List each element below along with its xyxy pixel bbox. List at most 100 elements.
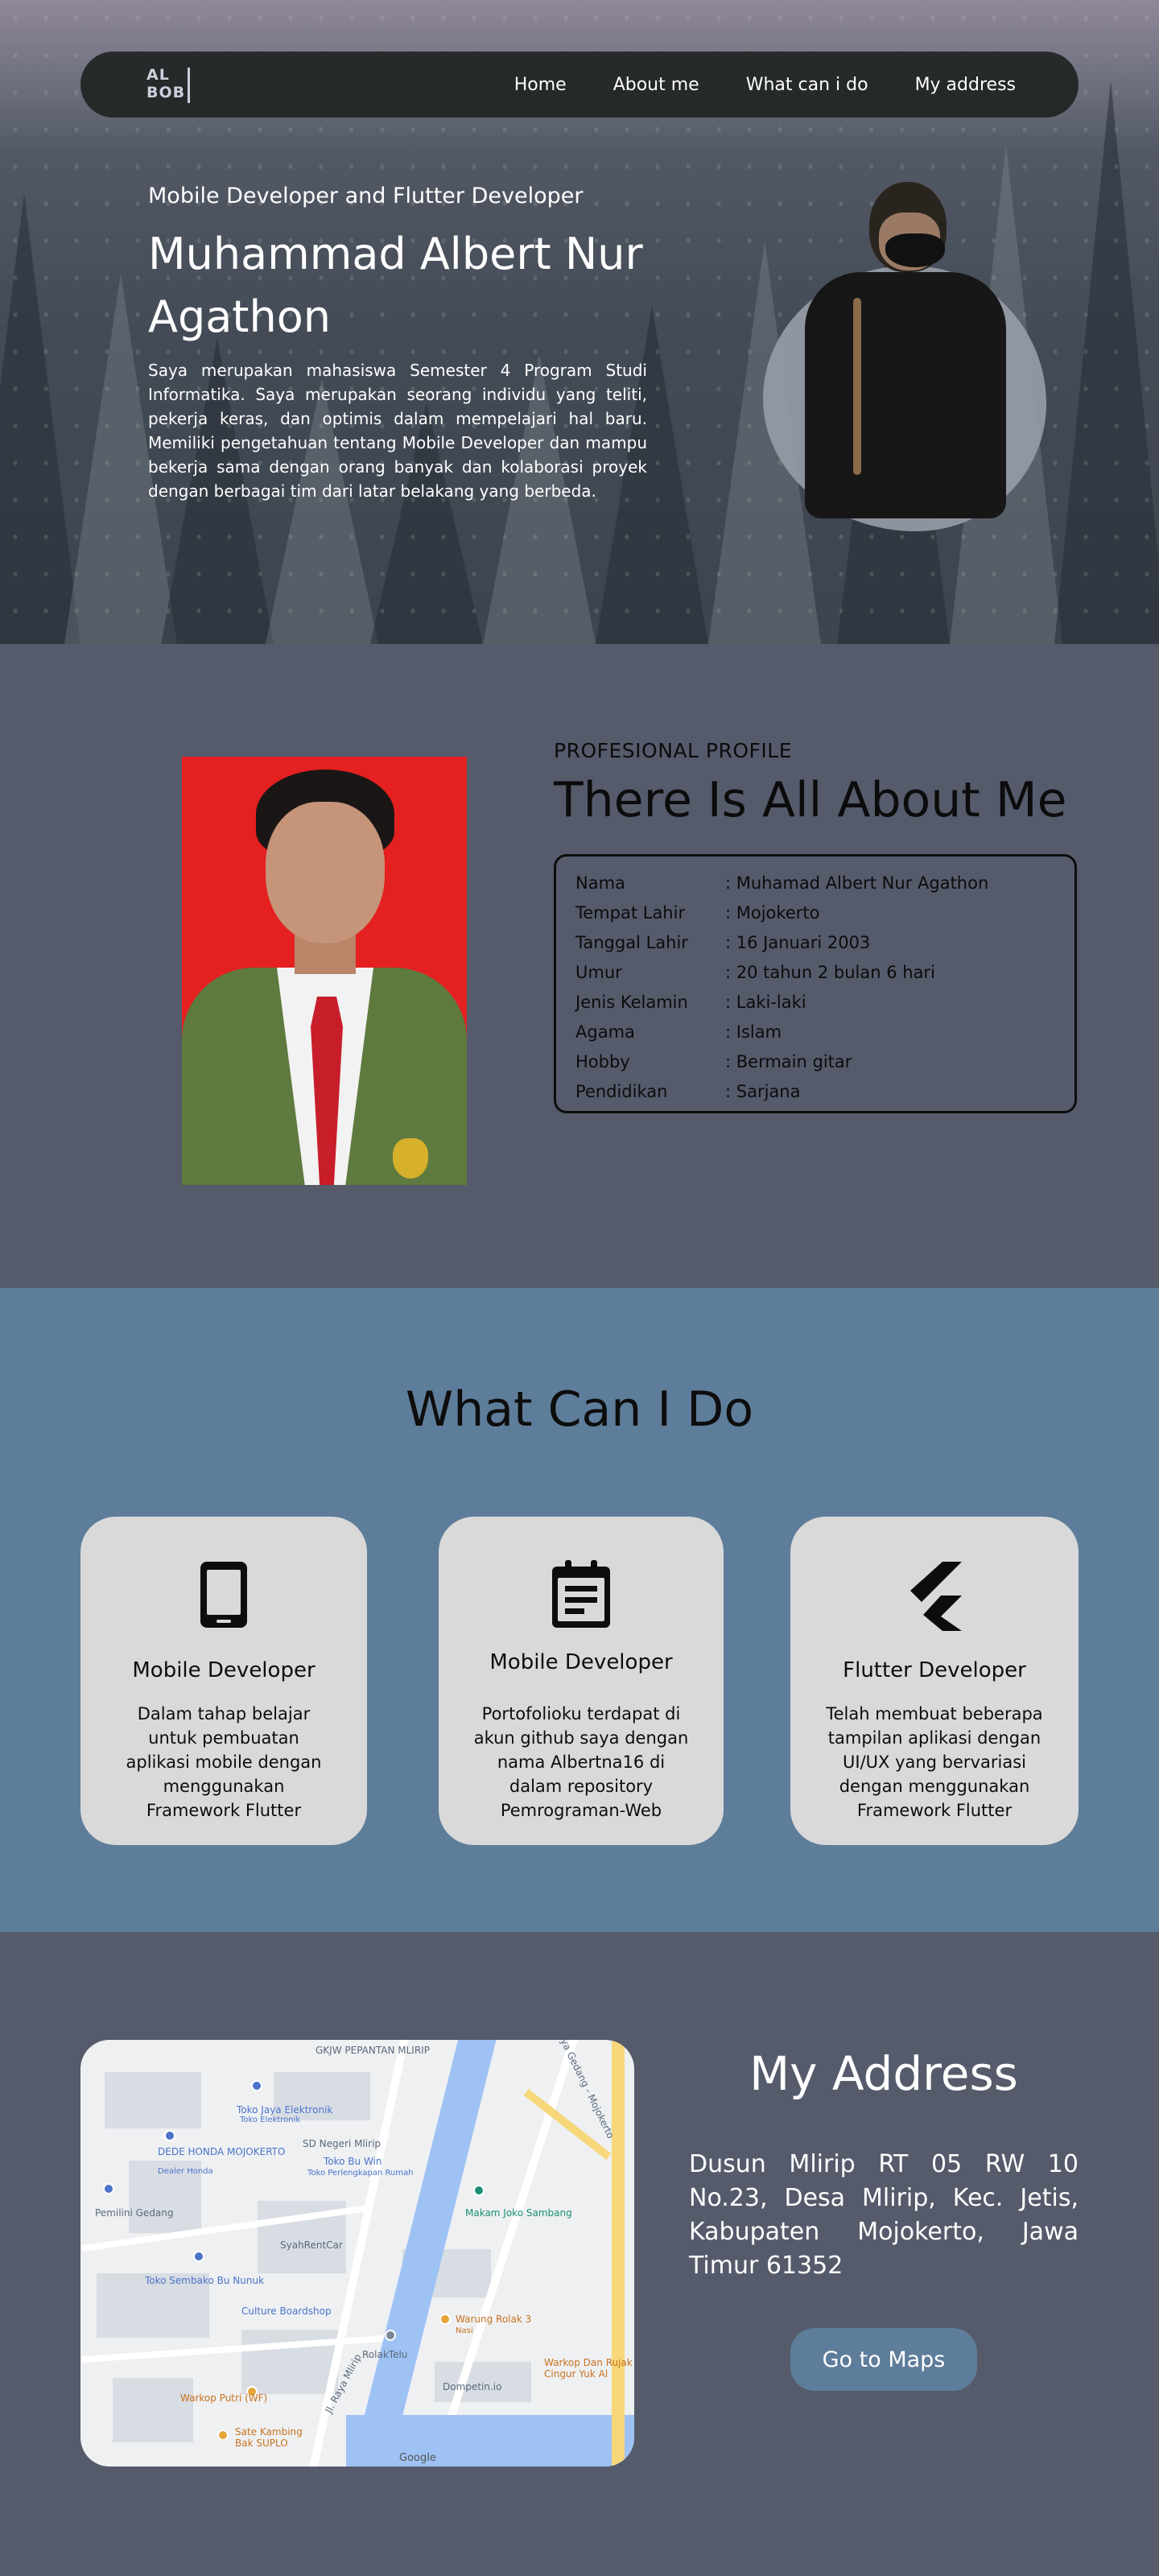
map-pin[interactable] bbox=[473, 2185, 485, 2196]
profile-row: Agama : Islam bbox=[575, 1017, 1055, 1046]
map-label: DEDE HONDA MOJOKERTO bbox=[158, 2146, 286, 2157]
nav-link-what-can-i-do[interactable]: What can i do bbox=[746, 75, 868, 95]
nav-links: Home About me What can i do My address bbox=[514, 52, 1016, 118]
profile-row: Nama : Muhamad Albert Nur Agathon bbox=[575, 868, 1055, 898]
profile-value: : Mojokerto bbox=[725, 902, 820, 923]
profile-row: Jenis Kelamin : Laki-laki bbox=[575, 987, 1055, 1017]
map-highway bbox=[612, 2040, 625, 2467]
profile-key: Jenis Kelamin bbox=[575, 992, 688, 1012]
map-label: Toko Bu Win bbox=[324, 2156, 382, 2167]
map-pin[interactable] bbox=[103, 2183, 114, 2194]
service-card-text: Portofolioku terdapat di akun github say… bbox=[473, 1704, 689, 1820]
photo-face bbox=[266, 802, 385, 943]
map-label: Warung Rolak 3 bbox=[456, 2314, 532, 2325]
map-block bbox=[105, 2072, 201, 2128]
service-card: Mobile Developer Dalam tahap belajar unt… bbox=[80, 1517, 367, 1845]
map-label: Makam Joko Sambang bbox=[465, 2207, 572, 2219]
hero-section: AL BOB Home About me What can i do My ad… bbox=[0, 0, 1159, 644]
map-label: Pemilini Gedang bbox=[95, 2207, 174, 2219]
map-label: SyahRentCar bbox=[280, 2240, 343, 2251]
person-bag-strap bbox=[853, 298, 861, 475]
person-body bbox=[805, 272, 1006, 518]
service-card: Mobile Developer Portofolioku terdapat d… bbox=[439, 1517, 724, 1845]
profile-key: Agama bbox=[575, 1022, 635, 1042]
map-label: Culture Boardshop bbox=[241, 2306, 332, 2317]
smartphone-icon bbox=[80, 1560, 367, 1633]
profile-value: : Bermain gitar bbox=[725, 1051, 852, 1071]
services-title: What Can I Do bbox=[405, 1381, 754, 1438]
nav-link-home[interactable]: Home bbox=[514, 75, 567, 95]
address-text: Dusun Mlirip RT 05 RW 10 No.23, Desa Mli… bbox=[689, 2150, 1079, 2280]
map-label: Toko Jaya Elektronik bbox=[237, 2104, 333, 2116]
map-label: Sate Kambing Bak SUPLO bbox=[235, 2426, 303, 2449]
location-map[interactable]: Toko Jaya Elektronik Toko Elektronik GKJ… bbox=[80, 2040, 634, 2467]
service-card-text: Dalam tahap belajar untuk pembuatan apli… bbox=[126, 1704, 322, 1820]
profile-row: Tempat Lahir : Mojokerto bbox=[575, 898, 1055, 927]
map-label: Warkop Putri (WF) bbox=[180, 2392, 268, 2404]
profile-table: Nama : Muhamad Albert Nur Agathon Tempat … bbox=[554, 854, 1077, 1113]
profile-key: Pendidikan bbox=[575, 1081, 668, 1101]
map-pin[interactable] bbox=[251, 2080, 262, 2091]
map-block bbox=[113, 2378, 193, 2442]
profile-row: Umur : 20 tahun 2 bulan 6 hari bbox=[575, 957, 1055, 987]
profile-value: : 16 Januari 2003 bbox=[725, 932, 871, 952]
about-section: PROFESIONAL PROFILE There Is All About M… bbox=[0, 644, 1159, 1288]
profile-key: Tanggal Lahir bbox=[575, 932, 688, 952]
map-label: Nasi bbox=[456, 2326, 473, 2335]
address-title: My Address bbox=[749, 2046, 1018, 2101]
map-label: RolakTelu bbox=[362, 2349, 408, 2360]
nav-link-about-me[interactable]: About me bbox=[613, 75, 699, 95]
service-card-title: Mobile Developer bbox=[132, 1658, 316, 1682]
hero-photo bbox=[797, 177, 1014, 522]
about-title: There Is All About Me bbox=[554, 772, 1067, 828]
service-card-text: Telah membuat beberapa tampilan aplikasi… bbox=[826, 1704, 1043, 1820]
profile-key: Hobby bbox=[575, 1051, 630, 1071]
hero-text: Mobile Developer and Flutter Developer M… bbox=[148, 184, 647, 503]
profile-value: : 20 tahun 2 bulan 6 hari bbox=[725, 962, 935, 982]
profile-value: : Muhamad Albert Nur Agathon bbox=[725, 873, 989, 893]
map-label: Dompetin.io bbox=[443, 2381, 502, 2392]
map-attribution: Google bbox=[399, 2452, 436, 2464]
map-river bbox=[346, 2415, 634, 2467]
person-mask bbox=[885, 233, 945, 267]
go-to-maps-button[interactable]: Go to Maps bbox=[790, 2328, 977, 2391]
service-card: Flutter Developer Telah membuat beberapa… bbox=[790, 1517, 1079, 1845]
hero-description: Saya merupakan mahasiswa Semester 4 Prog… bbox=[148, 361, 647, 501]
profile-value: : Sarjana bbox=[725, 1081, 801, 1101]
map-label: Warkop Dan Rujak Cingur Yuk Al bbox=[544, 2357, 633, 2380]
map-label: Dealer Honda bbox=[158, 2167, 213, 2176]
hero-title: Muhammad Albert Nur Agathon bbox=[148, 229, 643, 342]
profile-row: Hobby : Bermain gitar bbox=[575, 1046, 1055, 1076]
about-kicker: PROFESIONAL PROFILE bbox=[554, 739, 792, 762]
map-pin[interactable] bbox=[439, 2314, 451, 2325]
service-card-title: Mobile Developer bbox=[489, 1650, 673, 1674]
photo-badge bbox=[393, 1138, 428, 1179]
profile-row: Pendidikan : Sarjana bbox=[575, 1076, 1055, 1106]
map-label: Toko Elektronik bbox=[240, 2116, 301, 2124]
logo-line-1: AL bbox=[146, 66, 170, 84]
map-pin[interactable] bbox=[193, 2251, 204, 2262]
profile-key: Tempat Lahir bbox=[575, 902, 686, 923]
profile-value: : Laki-laki bbox=[725, 992, 806, 1012]
map-label: Toko Perlengkapan Rumah bbox=[307, 2169, 414, 2178]
map-pin[interactable] bbox=[385, 2330, 396, 2341]
profile-key: Umur bbox=[575, 962, 622, 982]
about-info: PROFESIONAL PROFILE There Is All About M… bbox=[554, 739, 1077, 1113]
logo-line-2: BOB bbox=[146, 84, 186, 101]
profile-row: Tanggal Lahir : 16 Januari 2003 bbox=[575, 927, 1055, 957]
service-card-title: Flutter Developer bbox=[843, 1658, 1026, 1682]
map-pin[interactable] bbox=[164, 2130, 175, 2141]
flutter-icon bbox=[790, 1560, 1079, 1633]
clipboard-icon bbox=[439, 1560, 724, 1633]
map-label: Toko Sembako Bu Nunuk bbox=[145, 2275, 265, 2286]
navbar: AL BOB Home About me What can i do My ad… bbox=[80, 52, 1079, 118]
logo-bar bbox=[188, 68, 190, 103]
nav-link-my-address[interactable]: My address bbox=[915, 75, 1016, 95]
profile-key: Nama bbox=[575, 873, 625, 893]
map-pin[interactable] bbox=[217, 2429, 229, 2441]
profile-value: : Islam bbox=[725, 1022, 782, 1042]
site-logo[interactable]: AL BOB bbox=[146, 66, 190, 105]
services-section: What Can I Do Mobile Developer Dalam tah… bbox=[0, 1288, 1159, 1932]
address-section: Toko Jaya Elektronik Toko Elektronik GKJ… bbox=[0, 1932, 1159, 2576]
hero-subtitle: Mobile Developer and Flutter Developer bbox=[148, 184, 584, 208]
